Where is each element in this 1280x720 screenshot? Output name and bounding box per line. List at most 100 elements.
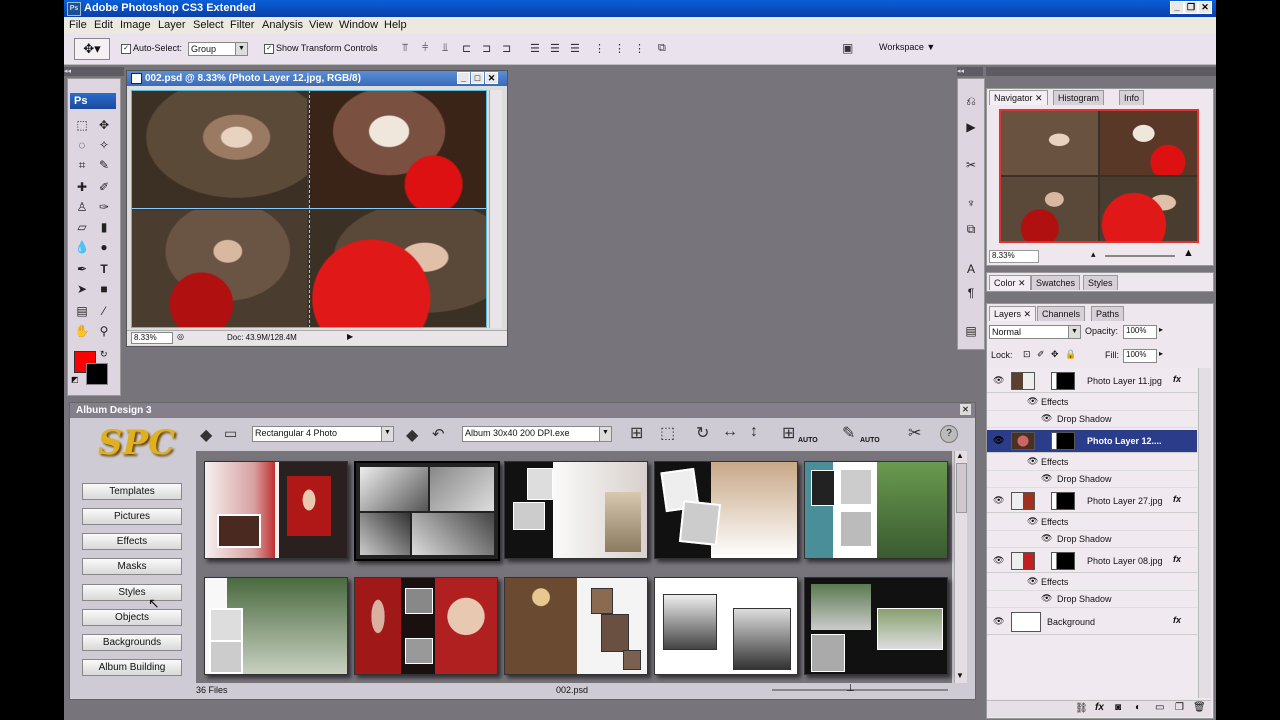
doc-status-icon[interactable]: ◎	[177, 332, 184, 341]
album-titlebar[interactable]: Album Design 3 ✕	[70, 403, 975, 418]
tab-layers[interactable]: Layers ✕	[989, 306, 1037, 321]
layers-scrollbar[interactable]	[1198, 368, 1211, 698]
styles-button[interactable]: Styles	[82, 584, 182, 601]
add-mask-icon[interactable]: ◙	[1115, 702, 1121, 713]
move-tool-icon[interactable]: ✥	[94, 117, 114, 133]
adjustment-layer-icon[interactable]: ◐	[1135, 702, 1141, 713]
workspace-button[interactable]: Workspace ▼	[879, 42, 935, 52]
add-style-icon[interactable]: fx	[1095, 702, 1104, 713]
blur-tool-icon[interactable]: 💧	[72, 239, 92, 255]
transform-bounding-box[interactable]	[131, 90, 487, 328]
layer-row[interactable]: 👁 Photo Layer 27.jpg fx	[987, 490, 1197, 513]
ps-logo[interactable]: Ps	[70, 93, 116, 109]
layer-row[interactable]: 👁 Photo Layer 08.jpg fx	[987, 550, 1197, 573]
type-tool-icon[interactable]: T	[94, 261, 114, 277]
document-titlebar[interactable]: 002.psd @ 8.33% (Photo Layer 12.jpg, RGB…	[127, 71, 507, 86]
effects-eye-icon[interactable]: 👁	[1027, 456, 1038, 467]
close-icon[interactable]: ✕	[1198, 1, 1212, 14]
album-building-button[interactable]: Album Building	[82, 659, 182, 676]
thumbnail-size-slider[interactable]	[772, 689, 948, 691]
menu-layer[interactable]: Layer	[158, 19, 186, 31]
fill-slider-icon[interactable]: ▸	[1159, 349, 1163, 358]
menu-edit[interactable]: Edit	[94, 19, 113, 31]
effects-row[interactable]: 👁 Effects	[987, 394, 1197, 411]
page-icon[interactable]: ▭	[224, 425, 237, 442]
crop-tool-icon[interactable]: ⌗	[72, 157, 92, 173]
menu-image[interactable]: Image	[120, 19, 151, 31]
brush-tool-icon[interactable]: ✐	[94, 179, 114, 195]
menu-filter[interactable]: Filter	[230, 19, 254, 31]
backgrounds-button[interactable]: Backgrounds	[82, 634, 182, 651]
move-tool-preset-icon[interactable]: ✥▾	[74, 38, 110, 60]
effects-row[interactable]: 👁 Effects	[987, 514, 1197, 531]
lock-transparent-icon[interactable]: ⊡	[1023, 349, 1031, 360]
grid-view-icon[interactable]: ⊞	[630, 423, 643, 443]
pictures-button[interactable]: Pictures	[82, 508, 182, 525]
gradient-tool-icon[interactable]: ▮	[94, 219, 114, 235]
drop-shadow-eye-icon[interactable]: 👁	[1041, 473, 1052, 484]
scroll-down-icon[interactable]: ▼	[956, 671, 964, 680]
album-size-dropdown[interactable]: Album 30x40 200 DPI.exe ▼	[462, 426, 612, 442]
objects-button[interactable]: Objects	[82, 609, 182, 626]
auto-select-dropdown[interactable]: Group ▼	[188, 42, 248, 56]
show-transform-checkbox[interactable]: ✓	[264, 43, 274, 54]
fx-icon[interactable]: fx	[1173, 554, 1181, 564]
menu-file[interactable]: File	[69, 19, 87, 31]
apply-template-icon[interactable]: ◆	[406, 425, 418, 445]
doc-zoom-field[interactable]: 8.33%	[131, 332, 173, 344]
shape-tool-icon[interactable]: ■	[94, 281, 114, 297]
zoom-tool-icon[interactable]: ⚲	[94, 323, 114, 339]
tab-channels[interactable]: Channels	[1037, 306, 1086, 321]
visibility-eye-icon[interactable]: 👁	[993, 616, 1004, 627]
marquee-tool-icon[interactable]: ⬚	[72, 117, 92, 133]
menu-window[interactable]: Window	[339, 19, 378, 31]
distribute-top-icon[interactable]: ☰	[530, 42, 540, 55]
template-thumbnail[interactable]	[504, 577, 648, 675]
align-bottom-icon[interactable]: ⫫	[442, 42, 448, 55]
clone-source-icon[interactable]: ⧉	[961, 221, 981, 237]
minimize-icon[interactable]: _	[1170, 1, 1184, 14]
rotate-icon[interactable]: ↻	[696, 423, 709, 443]
distribute-left-icon[interactable]: ⋮	[594, 42, 605, 55]
fx-icon[interactable]: fx	[1173, 374, 1181, 384]
character-panel-icon[interactable]: A	[961, 261, 981, 277]
fx-icon[interactable]: fx	[1173, 494, 1181, 504]
visibility-eye-icon[interactable]: 👁	[993, 435, 1004, 446]
tools-icon[interactable]: ✂	[908, 423, 921, 443]
thumbnail-size-handle[interactable]: ⊥	[846, 683, 855, 694]
effects-button[interactable]: Effects	[82, 533, 182, 550]
fit-height-icon[interactable]: ↕	[750, 423, 758, 441]
delete-layer-icon[interactable]: 🗑	[1193, 702, 1206, 713]
template-thumbnail[interactable]	[204, 577, 348, 675]
slice-tool-icon[interactable]: ✎	[94, 157, 114, 173]
tab-histogram[interactable]: Histogram	[1053, 90, 1105, 105]
doc-vertical-scrollbar[interactable]	[489, 90, 502, 328]
menu-select[interactable]: Select	[193, 19, 224, 31]
path-selection-icon[interactable]: ➤	[72, 281, 92, 297]
canvas[interactable]	[131, 90, 487, 328]
drop-shadow-row[interactable]: 👁 Drop Shadow	[987, 411, 1197, 428]
effects-eye-icon[interactable]: 👁	[1027, 576, 1038, 587]
doc-close-icon[interactable]: ✕	[485, 72, 498, 84]
tab-paths[interactable]: Paths	[1091, 306, 1125, 321]
auto-select-checkbox[interactable]: ✓	[121, 43, 131, 54]
doc-maximize-icon[interactable]: □	[471, 72, 484, 84]
blend-mode-dropdown[interactable]: Normal ▼	[989, 325, 1081, 339]
fit-width-icon[interactable]: ↔	[722, 423, 738, 441]
template-thumbnail[interactable]	[504, 461, 648, 559]
tab-color[interactable]: Color ✕	[989, 275, 1031, 290]
template-thumbnail[interactable]	[654, 461, 798, 559]
opacity-slider-icon[interactable]: ▸	[1159, 325, 1163, 334]
template-thumbnail[interactable]	[204, 461, 348, 559]
effects-eye-icon[interactable]: 👁	[1027, 516, 1038, 527]
template-thumbnail[interactable]	[804, 461, 948, 559]
scroll-up-icon[interactable]: ▲	[956, 451, 964, 460]
zoom-out-icon[interactable]: ▴	[1091, 249, 1096, 260]
clone-stamp-icon[interactable]: ♙	[72, 199, 92, 215]
layer-row-background[interactable]: 👁 Background fx	[987, 610, 1197, 635]
drop-shadow-row[interactable]: 👁 Drop Shadow	[987, 471, 1197, 488]
tab-info[interactable]: Info	[1119, 90, 1145, 105]
distribute-vcenter-icon[interactable]: ☰	[550, 42, 560, 55]
lock-all-icon[interactable]: 🔒	[1065, 349, 1076, 360]
brushes-panel-icon[interactable]: ♆	[961, 195, 981, 211]
